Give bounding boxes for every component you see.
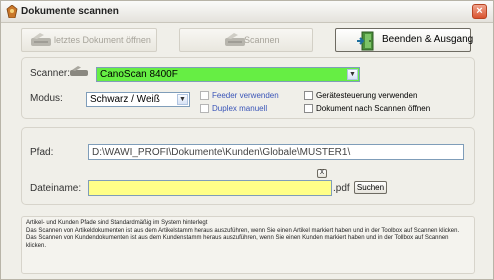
chevron-down-icon[interactable]: ▼: [177, 94, 188, 105]
clear-icon: X: [319, 170, 324, 176]
info-line: Artikel- und Kunden Pfade sind Standardm…: [26, 220, 208, 226]
device-control-label: Gerätesteuerung verwenden: [316, 91, 418, 100]
scanner-label: Scanner:: [30, 68, 71, 79]
app-icon: [6, 5, 18, 18]
feeder-label: Feeder verwenden: [212, 91, 279, 100]
scanner-icon: [31, 33, 51, 46]
info-text-box: Artikel- und Kunden Pfade sind Standardm…: [21, 216, 475, 274]
scanner-settings-panel: Scanner: CanoScan 8400F ▼ Modus: Schwarz…: [21, 57, 475, 119]
scan-button[interactable]: Scannen: [179, 28, 313, 52]
scanner-icon: [70, 66, 88, 76]
close-button[interactable]: ×: [472, 4, 487, 19]
close-icon: ×: [476, 5, 483, 17]
search-label: Suchen: [356, 183, 385, 192]
exit-door-icon: [357, 31, 374, 51]
info-line: Das Scannen von Kundendokumenten ist aus…: [26, 235, 449, 249]
toolbar: letztes Dokument öffnen Scannen Beenden …: [1, 23, 493, 57]
feeder-checkbox[interactable]: [200, 91, 209, 100]
open-after-scan-label: Dokument nach Scannen öffnen: [316, 104, 431, 113]
modus-select-value: Schwarz / Weiß: [90, 94, 160, 105]
search-button[interactable]: Suchen: [354, 181, 387, 194]
exit-button[interactable]: Beenden & Ausgang: [335, 28, 474, 52]
filename-label: Dateiname:: [30, 183, 82, 194]
path-value: D:\WAWI_PROFI\Dokumente\Kunden\Globale\M…: [92, 147, 351, 158]
open-last-document-label: letztes Dokument öffnen: [54, 35, 151, 45]
scanner-select-value: CanoScan 8400F: [100, 69, 178, 80]
window-title: Dokumente scannen: [21, 6, 119, 17]
open-after-scan-checkbox[interactable]: [304, 104, 313, 113]
exit-label: Beenden & Ausgang: [382, 34, 474, 45]
duplex-checkbox[interactable]: [200, 104, 209, 113]
modus-select[interactable]: Schwarz / Weiß ▼: [86, 92, 190, 107]
modus-label: Modus:: [30, 93, 63, 104]
title-bar[interactable]: Dokumente scannen ×: [1, 1, 493, 23]
filename-field[interactable]: [88, 180, 332, 196]
chevron-down-icon[interactable]: ▼: [347, 69, 358, 80]
scan-label: Scannen: [244, 35, 280, 45]
scan-dialog-window: Dokumente scannen × letztes Dokument öff…: [0, 0, 494, 280]
info-line: Das Scannen von Artikeldokumenten ist au…: [26, 227, 460, 234]
device-control-checkbox[interactable]: [304, 91, 313, 100]
open-last-document-button[interactable]: letztes Dokument öffnen: [21, 28, 157, 52]
scanner-select[interactable]: CanoScan 8400F ▼: [96, 67, 360, 82]
clear-filename-button[interactable]: X: [317, 169, 327, 178]
file-settings-panel: Pfad: D:\WAWI_PROFI\Dokumente\Kunden\Glo…: [21, 127, 475, 205]
path-label: Pfad:: [30, 147, 54, 158]
path-field[interactable]: D:\WAWI_PROFI\Dokumente\Kunden\Globale\M…: [88, 144, 464, 160]
duplex-label: Duplex manuell: [212, 104, 268, 113]
pdf-extension-label: .pdf: [333, 183, 350, 194]
